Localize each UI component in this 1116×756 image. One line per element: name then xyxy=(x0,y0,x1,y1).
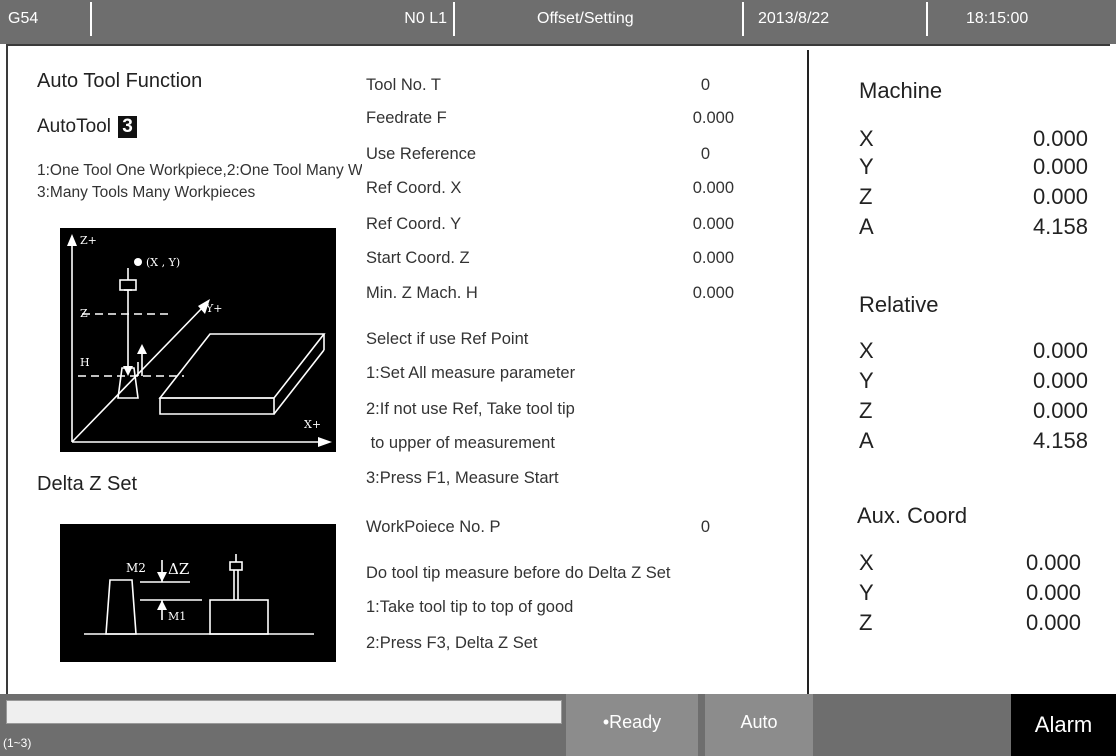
param-label: Use Reference xyxy=(366,145,477,163)
autotool-desc-line2: 3:Many Tools Many Workpieces xyxy=(37,184,256,201)
autotool-desc-line1: 1:One Tool One Workpiece,2:One Tool Many… xyxy=(37,162,362,179)
coord-axis: A xyxy=(859,428,874,453)
program-block: N0 L1 xyxy=(92,2,455,36)
instruction-line: 3:Press F1, Measure Start xyxy=(366,469,559,487)
coord-axis: Z xyxy=(859,398,873,423)
input-range-hint: (1~3) xyxy=(3,736,32,750)
y-axis-label: Y+ xyxy=(205,302,222,315)
workpiece-label: WorkPoiece No. P xyxy=(366,518,501,536)
coord-value: 0.000 xyxy=(1025,610,1081,635)
coord-value: 0.000 xyxy=(1025,550,1081,575)
param-value-feedrate[interactable]: 0.000 xyxy=(600,109,734,128)
coord-axis: Z xyxy=(859,184,873,209)
instruction-line: Do tool tip measure before do Delta Z Se… xyxy=(366,564,671,582)
coord-axis: X xyxy=(859,126,874,151)
param-label: Feedrate F xyxy=(366,109,447,127)
param-value-ref-x[interactable]: 0.000 xyxy=(600,179,734,198)
time-display: 18:15:00 xyxy=(966,10,1029,27)
relative-coord-title: Relative xyxy=(859,292,939,317)
m1-label: M1 xyxy=(168,610,186,623)
param-label: Min. Z Mach. H xyxy=(366,284,478,302)
coord-axis: Y xyxy=(859,368,874,393)
x-axis-label: X+ xyxy=(304,418,321,431)
param-label: Tool No. T xyxy=(366,76,441,94)
coord-axis: X xyxy=(859,550,874,575)
coord-value: 0.000 xyxy=(1025,580,1081,605)
param-value-ref-y[interactable]: 0.000 xyxy=(600,215,734,234)
instruction-line: 2:If not use Ref, Take tool tip xyxy=(366,400,575,418)
coord-value: 0.000 xyxy=(1032,398,1088,423)
bottom-status-bar: (1~3) •Ready Auto Alarm xyxy=(0,694,1116,756)
date-display: 2013/8/22 xyxy=(744,2,928,36)
command-input[interactable] xyxy=(6,700,562,724)
autotool-value[interactable]: 3 xyxy=(118,116,137,138)
alarm-button[interactable]: Alarm xyxy=(1011,694,1116,756)
machine-coord-title: Machine xyxy=(859,78,943,103)
param-label: Ref Coord. Y xyxy=(366,215,462,233)
panel-divider xyxy=(807,50,809,694)
delta-z-title: Delta Z Set xyxy=(37,473,138,495)
top-status-bar: G54 N0 L1 Offset/Setting 2013/8/22 18:15… xyxy=(0,0,1116,44)
param-label: Ref Coord. X xyxy=(366,179,462,197)
param-value-tool-no[interactable]: 0 xyxy=(600,76,710,95)
coord-axis: A xyxy=(859,214,874,239)
coord-value: 0.000 xyxy=(1032,368,1088,393)
auto-tool-diagram: Z+ (X , Y) Z Y+ H X+ xyxy=(60,228,336,452)
autotool-setting[interactable]: AutoTool 3 xyxy=(37,116,137,138)
param-label: Start Coord. Z xyxy=(366,249,470,267)
autotool-label: AutoTool xyxy=(37,116,111,137)
m2-label: M2 xyxy=(126,561,146,575)
coord-value: 0.000 xyxy=(1032,154,1088,179)
delta-z-label: ΔZ xyxy=(168,560,189,578)
coord-system: G54 xyxy=(2,2,92,36)
coord-value: 0.000 xyxy=(1032,338,1088,363)
instruction-line: to upper of measurement xyxy=(366,434,555,452)
mode-status: Auto xyxy=(705,694,813,756)
instruction-line: 2:Press F3, Delta Z Set xyxy=(366,634,538,652)
coord-value: 0.000 xyxy=(1032,184,1088,209)
coord-value: 4.158 xyxy=(1032,428,1088,453)
z-axis-label: Z+ xyxy=(80,234,97,247)
aux-coord-title: Aux. Coord xyxy=(857,503,968,528)
coord-axis: Y xyxy=(859,580,874,605)
param-value-use-reference[interactable]: 0 xyxy=(600,145,710,164)
coord-axis: Y xyxy=(859,154,874,179)
workpiece-value[interactable]: 0 xyxy=(600,518,710,537)
coord-axis: Z xyxy=(859,610,873,635)
delta-z-diagram: M2 ΔZ M1 xyxy=(60,524,336,662)
z-level-label: Z xyxy=(80,307,88,320)
coord-value: 4.158 xyxy=(1032,214,1088,239)
coord-axis: X xyxy=(859,338,874,363)
instruction-line: 1:Take tool tip to top of good xyxy=(366,598,574,616)
point-label: (X , Y) xyxy=(146,256,180,269)
param-value-start-z[interactable]: 0.000 xyxy=(600,249,734,268)
ready-status: •Ready xyxy=(566,694,698,756)
coord-value: 0.000 xyxy=(1032,126,1088,151)
screen-title: Offset/Setting xyxy=(455,2,744,36)
instruction-line: 1:Set All measure parameter xyxy=(366,364,576,382)
instruction-line: Select if use Ref Point xyxy=(366,330,529,348)
param-value-min-z[interactable]: 0.000 xyxy=(600,284,734,303)
h-level-label: H xyxy=(80,356,90,369)
auto-tool-title: Auto Tool Function xyxy=(37,70,203,92)
